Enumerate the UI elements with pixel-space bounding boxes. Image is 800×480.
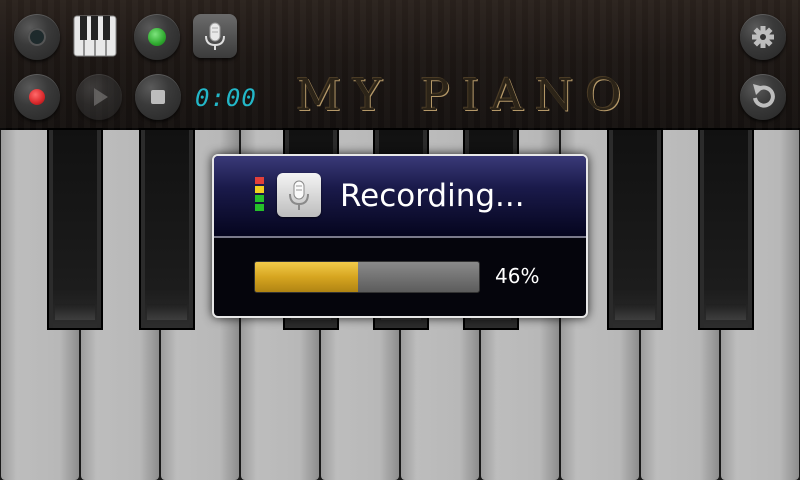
black-key[interactable]: [141, 130, 193, 328]
settings-button[interactable]: [740, 14, 786, 60]
level-bar: [255, 186, 264, 193]
dialog-header: Recording...: [214, 156, 586, 238]
microphone-icon: [205, 22, 225, 50]
stop-icon: [151, 90, 165, 104]
toolbar: 0:00 MY PIANO: [0, 0, 800, 130]
timer-readout: 0:00: [195, 84, 257, 112]
reload-button[interactable]: [740, 74, 786, 120]
microphone-badge-icon: [277, 173, 321, 217]
dark-dot-icon: [28, 28, 46, 46]
level-bar: [255, 204, 264, 211]
play-button[interactable]: [76, 74, 122, 120]
progress-percent: 46%: [495, 264, 540, 288]
green-dot-icon: [148, 28, 166, 46]
level-bar: [255, 177, 264, 184]
black-key[interactable]: [49, 130, 101, 328]
microphone-button[interactable]: [193, 14, 237, 58]
black-key[interactable]: [609, 130, 661, 328]
play-icon: [94, 88, 108, 106]
record-button[interactable]: [14, 74, 60, 120]
progress-fill: [255, 262, 359, 292]
level-meter-icon: [255, 177, 265, 213]
black-key[interactable]: [700, 130, 752, 328]
record-icon: [29, 89, 45, 105]
recording-progress-bar: [254, 261, 480, 293]
refresh-icon: [753, 84, 775, 108]
recording-dialog: Recording... 46%: [212, 154, 588, 318]
app-title: MY PIANO: [296, 70, 634, 121]
gear-icon: [752, 26, 774, 48]
dialog-title: Recording...: [340, 178, 525, 214]
stop-button[interactable]: [135, 74, 181, 120]
level-bar: [255, 195, 264, 202]
green-light-button[interactable]: [134, 14, 180, 60]
ring-button[interactable]: [14, 14, 60, 60]
piano-keys-button[interactable]: [73, 14, 117, 58]
piano-keys-icon: [73, 15, 117, 57]
